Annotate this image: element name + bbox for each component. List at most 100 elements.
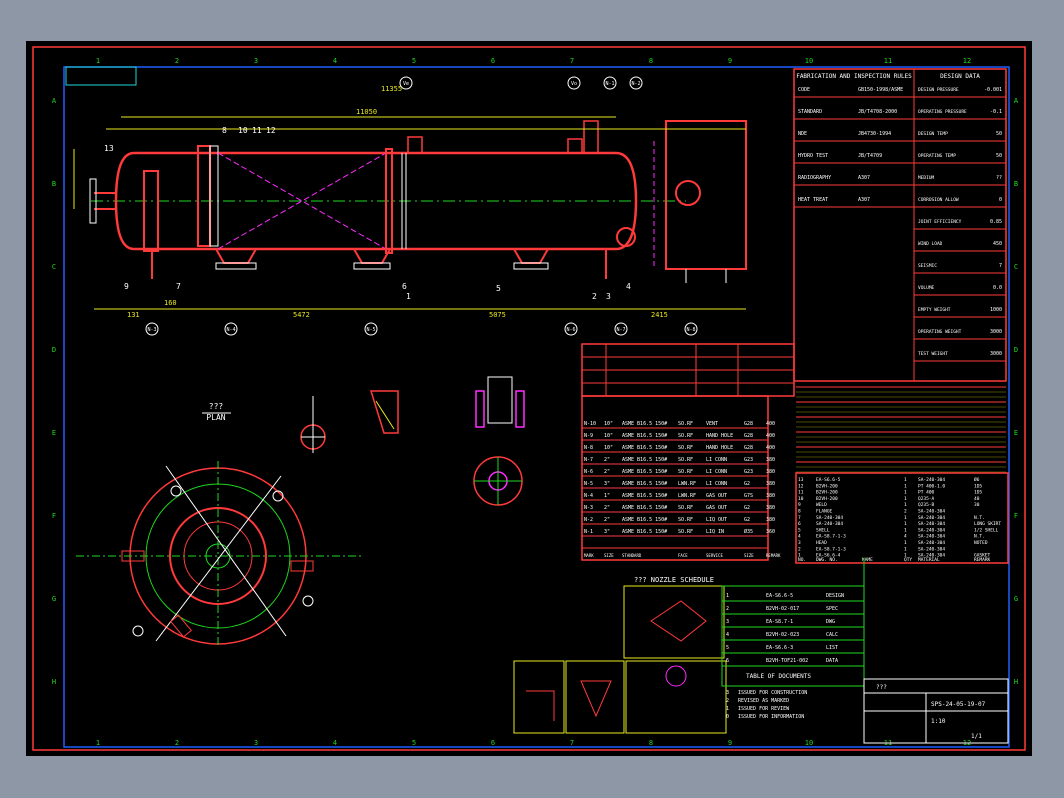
part-callout: 4 bbox=[626, 282, 631, 291]
doc-title: DESIGN bbox=[826, 593, 844, 599]
grid-row-label: B bbox=[52, 180, 56, 188]
plan-view bbox=[76, 461, 361, 646]
bom-no: 8 bbox=[798, 509, 801, 515]
nozzle-cell: N-1 bbox=[584, 529, 593, 535]
bom-no: 11 bbox=[798, 490, 804, 496]
nozzle-cell: 2" bbox=[604, 517, 610, 523]
nozzle-cell: 2" bbox=[604, 505, 610, 511]
design-label: VOLUME bbox=[918, 285, 935, 291]
bom-remark: N.T. bbox=[974, 515, 985, 521]
fab-label: NDE bbox=[798, 131, 807, 137]
grid-col-label: 3 bbox=[254, 57, 258, 65]
nozzle-cell: SO.RF bbox=[678, 433, 693, 439]
design-value: 0.0 bbox=[993, 285, 1002, 291]
design-label: JOINT EFFICIENCY bbox=[918, 219, 962, 225]
fab-value: A307 bbox=[858, 175, 870, 181]
grid-row-label: C bbox=[52, 263, 56, 271]
nozzle-cell: ASME B16.5 150# bbox=[622, 469, 667, 475]
part-callout: 1 bbox=[406, 292, 411, 301]
doc-no: 5 bbox=[726, 645, 729, 651]
design-label: WIND LOAD bbox=[918, 241, 943, 247]
nozzle-header: SERVICE bbox=[706, 553, 723, 558]
nozzle-cell: N-7 bbox=[584, 457, 593, 463]
nozzle-cell: G28 bbox=[744, 433, 753, 439]
bom-header: MATERIAL bbox=[918, 557, 940, 563]
doc-title: CALC bbox=[826, 632, 838, 638]
design-value: 3000 bbox=[990, 329, 1002, 335]
grid-col-label: 10 bbox=[805, 57, 813, 65]
grid-col-label: 5 bbox=[412, 57, 416, 65]
fab-label: STANDARD bbox=[798, 109, 822, 115]
bom-no: 4 bbox=[798, 534, 801, 540]
bom-qty: 1 bbox=[904, 502, 907, 508]
doc-title: DATA bbox=[826, 658, 838, 664]
nozzle-cell: SO.RF bbox=[678, 505, 693, 511]
nozzle-cell: LIQ OUT bbox=[706, 517, 727, 523]
nozzle-cell: 400 bbox=[766, 421, 775, 427]
design-value: ?? bbox=[996, 175, 1002, 181]
drawing-sheet: 1 1 2 2 3 3 4 4 5 5 6 6 7 7 8 8 9 9 10 10 11 11 12 12 AABBCCDDE… bbox=[26, 41, 1032, 756]
grid-col-label: 5 bbox=[412, 739, 416, 747]
bom-material: PT 400 bbox=[918, 490, 935, 496]
grid-row-label: G bbox=[52, 595, 56, 603]
general-notes bbox=[796, 386, 1006, 473]
grid-col-label: 4 bbox=[333, 739, 337, 747]
bom-material: SA-240-304 bbox=[918, 477, 945, 483]
nozzle-cell: N-2 bbox=[584, 517, 593, 523]
fabrication-title: FABRICATION AND INSPECTION RULES bbox=[796, 73, 912, 80]
doc-number: B2VH-TOF21-002 bbox=[766, 658, 808, 664]
bom-remark: LONG SKIRT bbox=[974, 521, 1001, 527]
design-label: DESIGN PRESSURE bbox=[918, 87, 959, 93]
part-callout: 13 bbox=[104, 144, 114, 153]
bom-no: 9 bbox=[798, 502, 801, 508]
nozzle-cell: GAS OUT bbox=[706, 493, 727, 499]
grid-col-label: 11 bbox=[884, 57, 892, 65]
fab-value: JB/T4709 bbox=[858, 153, 882, 159]
grid-row-label: D bbox=[52, 346, 56, 354]
nozzle-cell: HAND HOLE bbox=[706, 445, 733, 451]
nozzle-cell: ASME B16.5 150# bbox=[622, 529, 667, 535]
bom-name: SHELL bbox=[816, 527, 830, 533]
bom-no: 13 bbox=[798, 477, 804, 483]
nozzle-cell: 2" bbox=[604, 457, 610, 463]
design-label: CORROSION ALLOW bbox=[918, 197, 959, 203]
part-callout: 11 bbox=[252, 126, 262, 135]
nozzle-cell: LWN.RF bbox=[678, 493, 696, 499]
doc-no: 3 bbox=[726, 619, 729, 625]
nozzle-tag: Ve bbox=[403, 81, 409, 87]
design-value: 1000 bbox=[990, 307, 1002, 313]
doc-number: B2VH-02-017 bbox=[766, 606, 799, 612]
bom-qty: 1 bbox=[904, 521, 907, 527]
doc-number: B2VH-02-023 bbox=[766, 632, 799, 638]
dim-right: 2415 bbox=[651, 311, 668, 319]
title-company: ??? bbox=[876, 684, 887, 691]
doc-number: EA-S6.6-3 bbox=[766, 645, 793, 651]
grid-col-label: 3 bbox=[254, 739, 258, 747]
nozzle-cell: N-10 bbox=[584, 421, 596, 427]
grid-col-label: 2 bbox=[175, 739, 179, 747]
rev-no: 2 bbox=[726, 698, 729, 704]
design-value: -0.1 bbox=[990, 109, 1002, 115]
nozzle-cell: 1" bbox=[604, 493, 610, 499]
nozzle-cell: G2 bbox=[744, 481, 750, 487]
bom-remark: 1D5 bbox=[974, 490, 982, 496]
rev-no: 0 bbox=[726, 714, 729, 720]
dim-top-length: 11355 bbox=[381, 85, 402, 93]
title-dwg-no: SPS-24-05-19-07 bbox=[931, 701, 986, 708]
nozzle-cell: LWN.RF bbox=[678, 481, 696, 487]
bom-material: SA-240-304 bbox=[918, 509, 945, 515]
nozzle-cell: 360 bbox=[766, 529, 775, 535]
detail-views bbox=[300, 376, 525, 506]
bom-material: SA-240-304 bbox=[918, 540, 945, 546]
rev-no: 3 bbox=[726, 690, 729, 696]
fab-label: HEAT TREAT bbox=[798, 197, 828, 203]
corner-box bbox=[65, 66, 137, 86]
grid-col-label: 7 bbox=[570, 739, 574, 747]
grid-col-label: 1 bbox=[96, 739, 100, 747]
nozzle-header: FACE bbox=[678, 553, 688, 558]
nozzle-header: SIZE bbox=[604, 553, 614, 558]
bom-name: EA-S8.7-1-3 bbox=[816, 546, 846, 552]
bom-name: FLANGE bbox=[816, 509, 833, 515]
part-callout: 10 bbox=[238, 126, 248, 135]
nozzle-cell: ASME B16.5 150# bbox=[622, 481, 667, 487]
